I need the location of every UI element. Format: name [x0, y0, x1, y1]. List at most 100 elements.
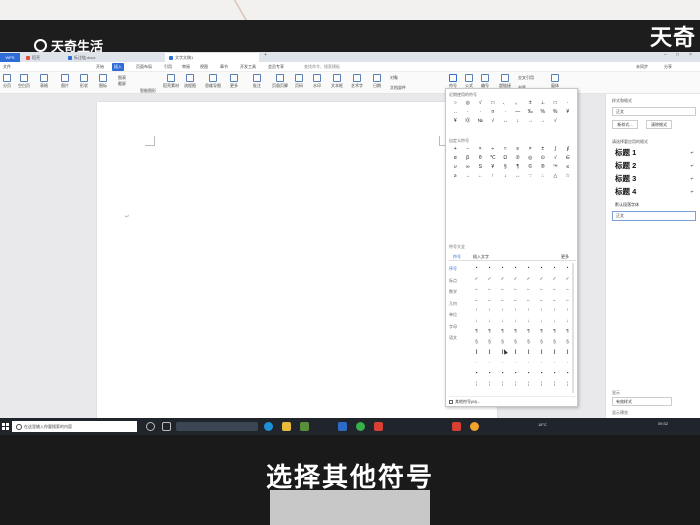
symbol-cell[interactable]: § — [535, 337, 548, 348]
category-item[interactable]: 数学 — [449, 286, 467, 298]
symbol-cell[interactable]: ¶ — [470, 326, 483, 337]
category-item[interactable]: 单位 — [449, 309, 467, 321]
numbering-button[interactable]: 编号 — [478, 74, 492, 89]
maximize-icon[interactable]: □ — [676, 52, 679, 58]
icon-button[interactable]: 图标 — [96, 74, 110, 89]
symbol-cell[interactable]: → — [524, 117, 537, 126]
symbol-cell[interactable]: ✓ — [535, 274, 548, 285]
symbol-cell[interactable]: ← — [470, 284, 483, 295]
symbol-cell[interactable]: ← — [522, 284, 535, 295]
mindmap-button[interactable]: 思维导图 — [204, 74, 222, 89]
symbol-cell[interactable]: ← — [483, 295, 496, 306]
symbol-cell[interactable]: 、 — [499, 99, 512, 108]
symbol-cell[interactable]: ← — [548, 295, 561, 306]
symbol-cell[interactable]: ¦ — [548, 379, 561, 390]
symbol-cell[interactable]: § — [509, 337, 522, 348]
weather-text[interactable]: 18°C — [538, 422, 547, 427]
symbol-cell[interactable]: ∥ — [522, 347, 535, 358]
symbol-button[interactable]: 符号 — [446, 74, 460, 89]
symbol-cell[interactable]: ↓ — [522, 316, 535, 327]
symbol-cell[interactable]: ¦ — [470, 379, 483, 390]
symbol-cell[interactable]: · — [499, 108, 512, 117]
symbol-cell[interactable]: S — [474, 163, 487, 172]
symbol-cell[interactable]: ← — [496, 295, 509, 306]
wps-icon[interactable] — [374, 422, 383, 431]
symbol-cell[interactable]: ∫ — [549, 145, 562, 154]
symbol-cell[interactable]: ¥ — [449, 117, 462, 126]
symbol-cell[interactable]: · — [562, 99, 575, 108]
shape-button[interactable]: 形状 — [77, 74, 91, 89]
symbol-cell[interactable]: → — [462, 172, 475, 181]
symbol-cell[interactable]: ℃ — [487, 154, 500, 163]
symbol-cell[interactable]: α — [449, 154, 462, 163]
symbol-cell[interactable]: ▪ — [522, 368, 535, 379]
sync-status[interactable]: 未同步 — [634, 63, 650, 71]
symbol-cell[interactable]: ↓ — [509, 316, 522, 327]
symbol-cell[interactable]: ↑ — [483, 305, 496, 316]
symbol-cell[interactable]: • — [483, 263, 496, 274]
symbol-cell[interactable]: ¦ — [496, 379, 509, 390]
symbol-cell[interactable]: ¦ — [522, 379, 535, 390]
symbol-cell[interactable]: ▪ — [509, 368, 522, 379]
symbol-cell[interactable]: — — [512, 108, 525, 117]
symbol-cell[interactable]: ≠ — [524, 145, 537, 154]
symbol-cell[interactable]: · — [522, 358, 535, 369]
symbol-cell[interactable]: ✓ — [470, 274, 483, 285]
symbol-cell[interactable]: ▪ — [496, 368, 509, 379]
symbol-cell[interactable]: ✓ — [496, 274, 509, 285]
symbol-cell[interactable]: ↓ — [483, 316, 496, 327]
symbol-cell[interactable]: · — [470, 358, 483, 369]
symbol-cell[interactable]: ¶ — [512, 163, 525, 172]
symbol-cell[interactable]: ↔ — [499, 117, 512, 126]
watermark-button[interactable]: 水印 — [310, 74, 324, 89]
symbol-cell[interactable]: · — [474, 108, 487, 117]
style-heading-1[interactable]: 标题 1 ↵ — [612, 147, 696, 159]
command-search[interactable]: 查找命令、搜索模板 — [302, 63, 342, 71]
symbol-cell[interactable]: √ — [487, 117, 500, 126]
symbol-cell[interactable]: % — [537, 108, 550, 117]
menu-view[interactable]: 视图 — [198, 63, 210, 71]
symbol-cell[interactable]: • — [535, 263, 548, 274]
cross-ref-button[interactable]: 交叉引用 — [518, 75, 534, 81]
symbol-cell[interactable]: · — [483, 358, 496, 369]
symbol-library-scrollbar[interactable] — [572, 263, 574, 393]
symbol-cell[interactable]: ← — [483, 284, 496, 295]
tab-daoke[interactable]: 稻壳 — [22, 53, 44, 62]
symbol-cell[interactable]: § — [548, 337, 561, 348]
symbol-cell[interactable]: ↑ — [522, 305, 535, 316]
menu-section[interactable]: 章节 — [218, 63, 230, 71]
symbol-cell[interactable]: ↓ — [499, 172, 512, 181]
task-view-icon[interactable] — [162, 422, 171, 431]
symbol-cell[interactable]: ← — [535, 295, 548, 306]
symbol-cell[interactable]: ↑ — [535, 305, 548, 316]
menu-insert[interactable]: 插入 — [112, 63, 124, 71]
edge-icon[interactable] — [264, 422, 273, 431]
symbol-cell[interactable]: ∮ — [562, 145, 575, 154]
symbol-cell[interactable]: ▪ — [483, 368, 496, 379]
tab-doc-2[interactable]: 文字文稿1 — [165, 53, 259, 62]
symbol-cell[interactable]: © — [524, 163, 537, 172]
symbol-cell[interactable]: ↓ — [470, 316, 483, 327]
symbol-cell[interactable]: □ — [549, 99, 562, 108]
minimize-icon[interactable]: – — [664, 52, 667, 58]
symbol-cell[interactable]: ② — [512, 154, 525, 163]
symbol-cell[interactable]: ○ — [449, 99, 462, 108]
symbol-cell[interactable]: · — [509, 358, 522, 369]
category-item[interactable]: 几何 — [449, 298, 467, 310]
category-item[interactable]: 语文 — [449, 332, 467, 344]
symbol-cell[interactable]: ¶ — [522, 326, 535, 337]
symbol-cell[interactable]: · — [462, 108, 475, 117]
wechat-icon[interactable] — [356, 422, 365, 431]
symbol-cell[interactable]: ¥ — [487, 163, 500, 172]
symbol-cell[interactable]: § — [496, 337, 509, 348]
symbol-cell[interactable]: θ — [474, 154, 487, 163]
category-item[interactable]: 标点 — [449, 275, 467, 287]
menu-member[interactable]: 会员专享 — [266, 63, 286, 71]
taskbar-search[interactable]: 在这里输入你要搜索的内容 — [12, 421, 137, 432]
symbol-cell[interactable]: ∥ — [548, 347, 561, 358]
page-break-button[interactable]: 分页 — [0, 74, 14, 89]
symbol-cell[interactable]: ‥ — [449, 108, 462, 117]
symbol-cell[interactable]: § — [483, 337, 496, 348]
symbol-cell[interactable]: ∪ — [449, 163, 462, 172]
tab-doc-1[interactable]: 标注链.docx — [64, 53, 100, 62]
